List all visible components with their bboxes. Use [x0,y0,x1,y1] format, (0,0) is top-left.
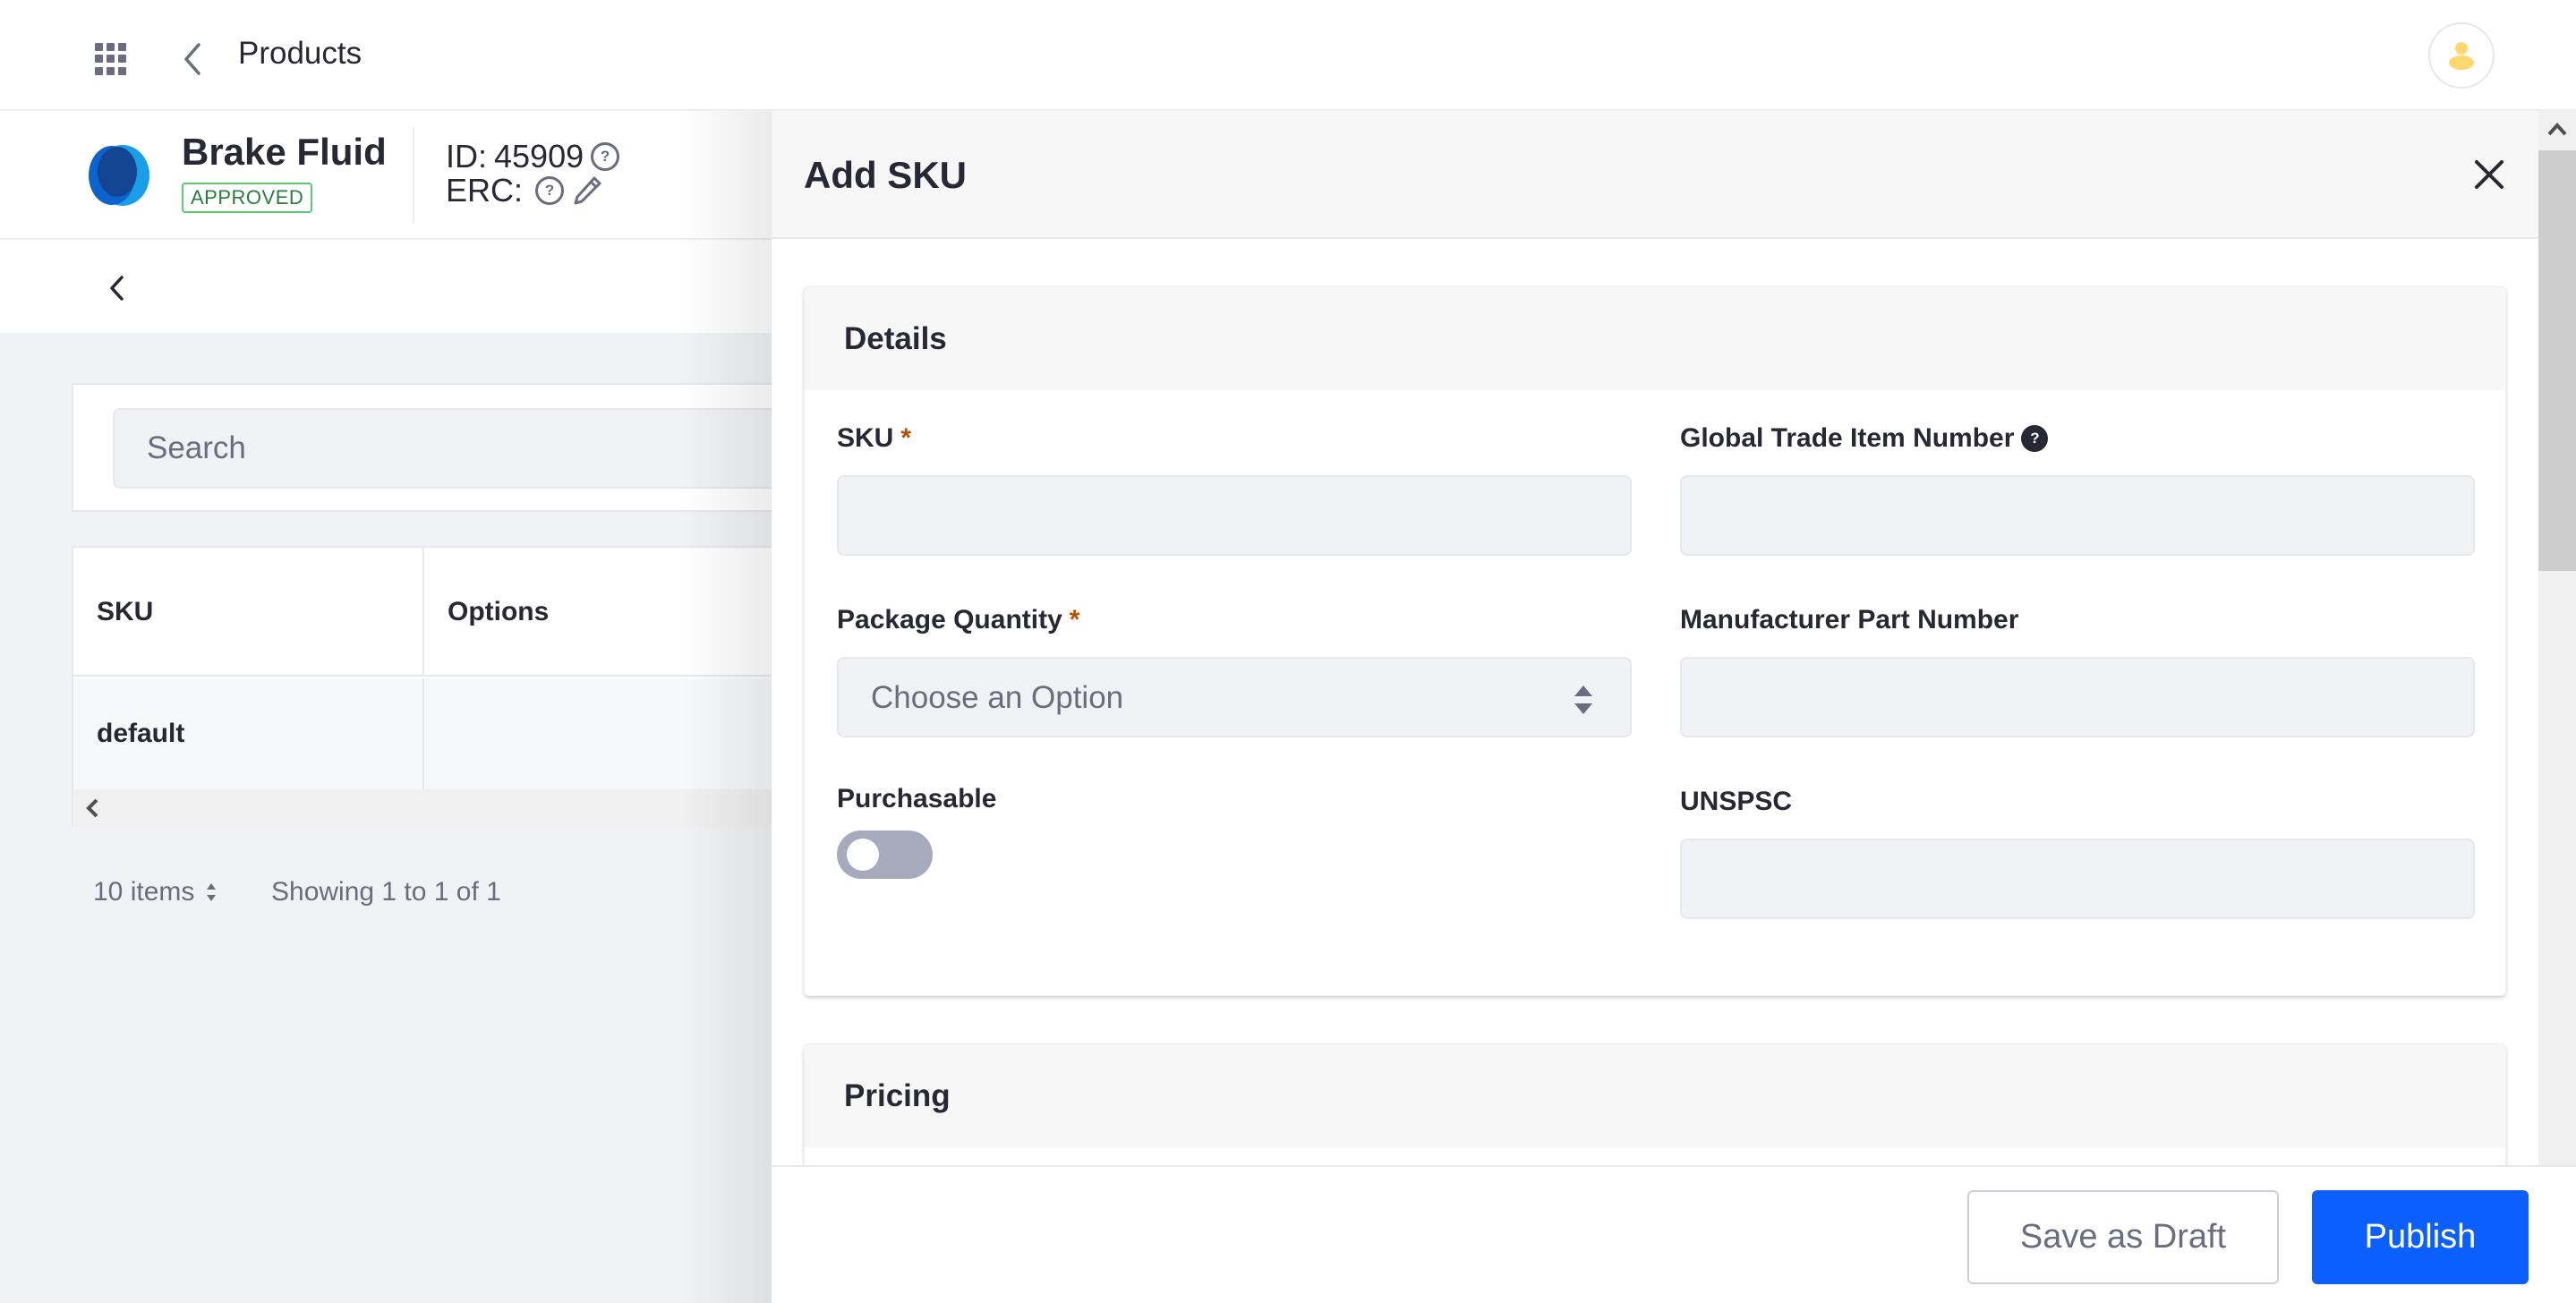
panel-header: Add SKU [772,111,2538,239]
add-sku-side-panel: Add SKU Details SKU * Package Quantity *… [772,111,2576,1303]
sort-arrows-icon [207,883,217,901]
pagination-info: Showing 1 to 1 of 1 [271,877,501,907]
save-as-draft-button[interactable]: Save as Draft [1967,1190,2279,1284]
product-erc: ERC: ? [446,172,603,209]
gtin-label-text: Global Trade Item Number [1680,423,2015,453]
panel-footer: Save as Draft Publish [772,1165,2576,1303]
page-title: Products [238,36,363,71]
panel-body: Details SKU * Package Quantity * Choose … [772,241,2538,1165]
details-card: Details SKU * Package Quantity * Choose … [804,286,2506,996]
id-value: 45909 [494,138,584,175]
sku-input[interactable] [837,475,1632,556]
apps-grid-icon[interactable] [95,43,127,75]
product-name: Brake Fluid [182,131,387,173]
publish-button[interactable]: Publish [2312,1190,2529,1284]
select-arrows-icon [1574,686,1592,714]
status-badge: APPROVED [182,183,313,213]
table-row-sku-cell[interactable]: default [73,678,424,789]
required-mark: * [900,423,912,453]
id-label: ID: [446,138,488,175]
id-help-icon[interactable]: ? [591,142,620,171]
package-quantity-label: Package Quantity * [837,605,1079,635]
sku-label-text: SKU [837,423,894,453]
details-card-title: Details [805,287,2505,390]
package-quantity-select[interactable]: Choose an Option [837,657,1632,737]
product-id: ID: 45909 ? [446,138,620,175]
divider [413,127,414,224]
unspsc-input[interactable] [1680,839,2475,919]
sku-label: SKU * [837,423,911,454]
mpn-input[interactable] [1680,657,2475,737]
scroll-up-icon[interactable] [2538,111,2576,150]
erc-help-icon[interactable]: ? [535,176,565,205]
gtin-help-icon[interactable]: ? [2021,425,2049,452]
close-icon[interactable] [2472,158,2506,192]
unspsc-label: UNSPSC [1680,787,1793,816]
scrollbar-thumb[interactable] [2538,150,2576,571]
user-avatar-button[interactable] [2428,22,2495,89]
purchasable-toggle[interactable] [837,830,933,879]
toggle-knob [847,839,879,871]
chevron-left-icon[interactable] [175,39,211,79]
chevron-left-icon[interactable] [104,270,131,306]
pricing-card: Pricing [804,1043,2506,1165]
purchasable-label: Purchasable [837,784,997,813]
panel-overlay-shadow [682,111,772,1303]
required-mark: * [1069,605,1080,634]
page-size-selector[interactable]: 10 items [93,877,218,907]
gtin-label: Global Trade Item Number ? [1680,423,2049,454]
product-logo-icon [89,145,149,206]
top-navigation-bar: Products [0,0,2576,111]
package-quantity-label-text: Package Quantity [837,605,1062,634]
pencil-icon[interactable] [571,175,603,207]
gtin-input[interactable] [1680,475,2475,556]
mpn-label: Manufacturer Part Number [1680,605,2019,634]
pricing-card-title: Pricing [805,1044,2505,1147]
page-size-label: 10 items [93,877,195,907]
scroll-left-icon[interactable] [82,795,104,822]
user-icon [2449,42,2474,70]
package-quantity-value: Choose an Option [871,680,1124,715]
erc-label: ERC: [446,172,524,209]
panel-title: Add SKU [804,154,967,196]
vertical-scrollbar[interactable] [2538,111,2576,1165]
column-header-sku[interactable]: SKU [73,548,424,677]
